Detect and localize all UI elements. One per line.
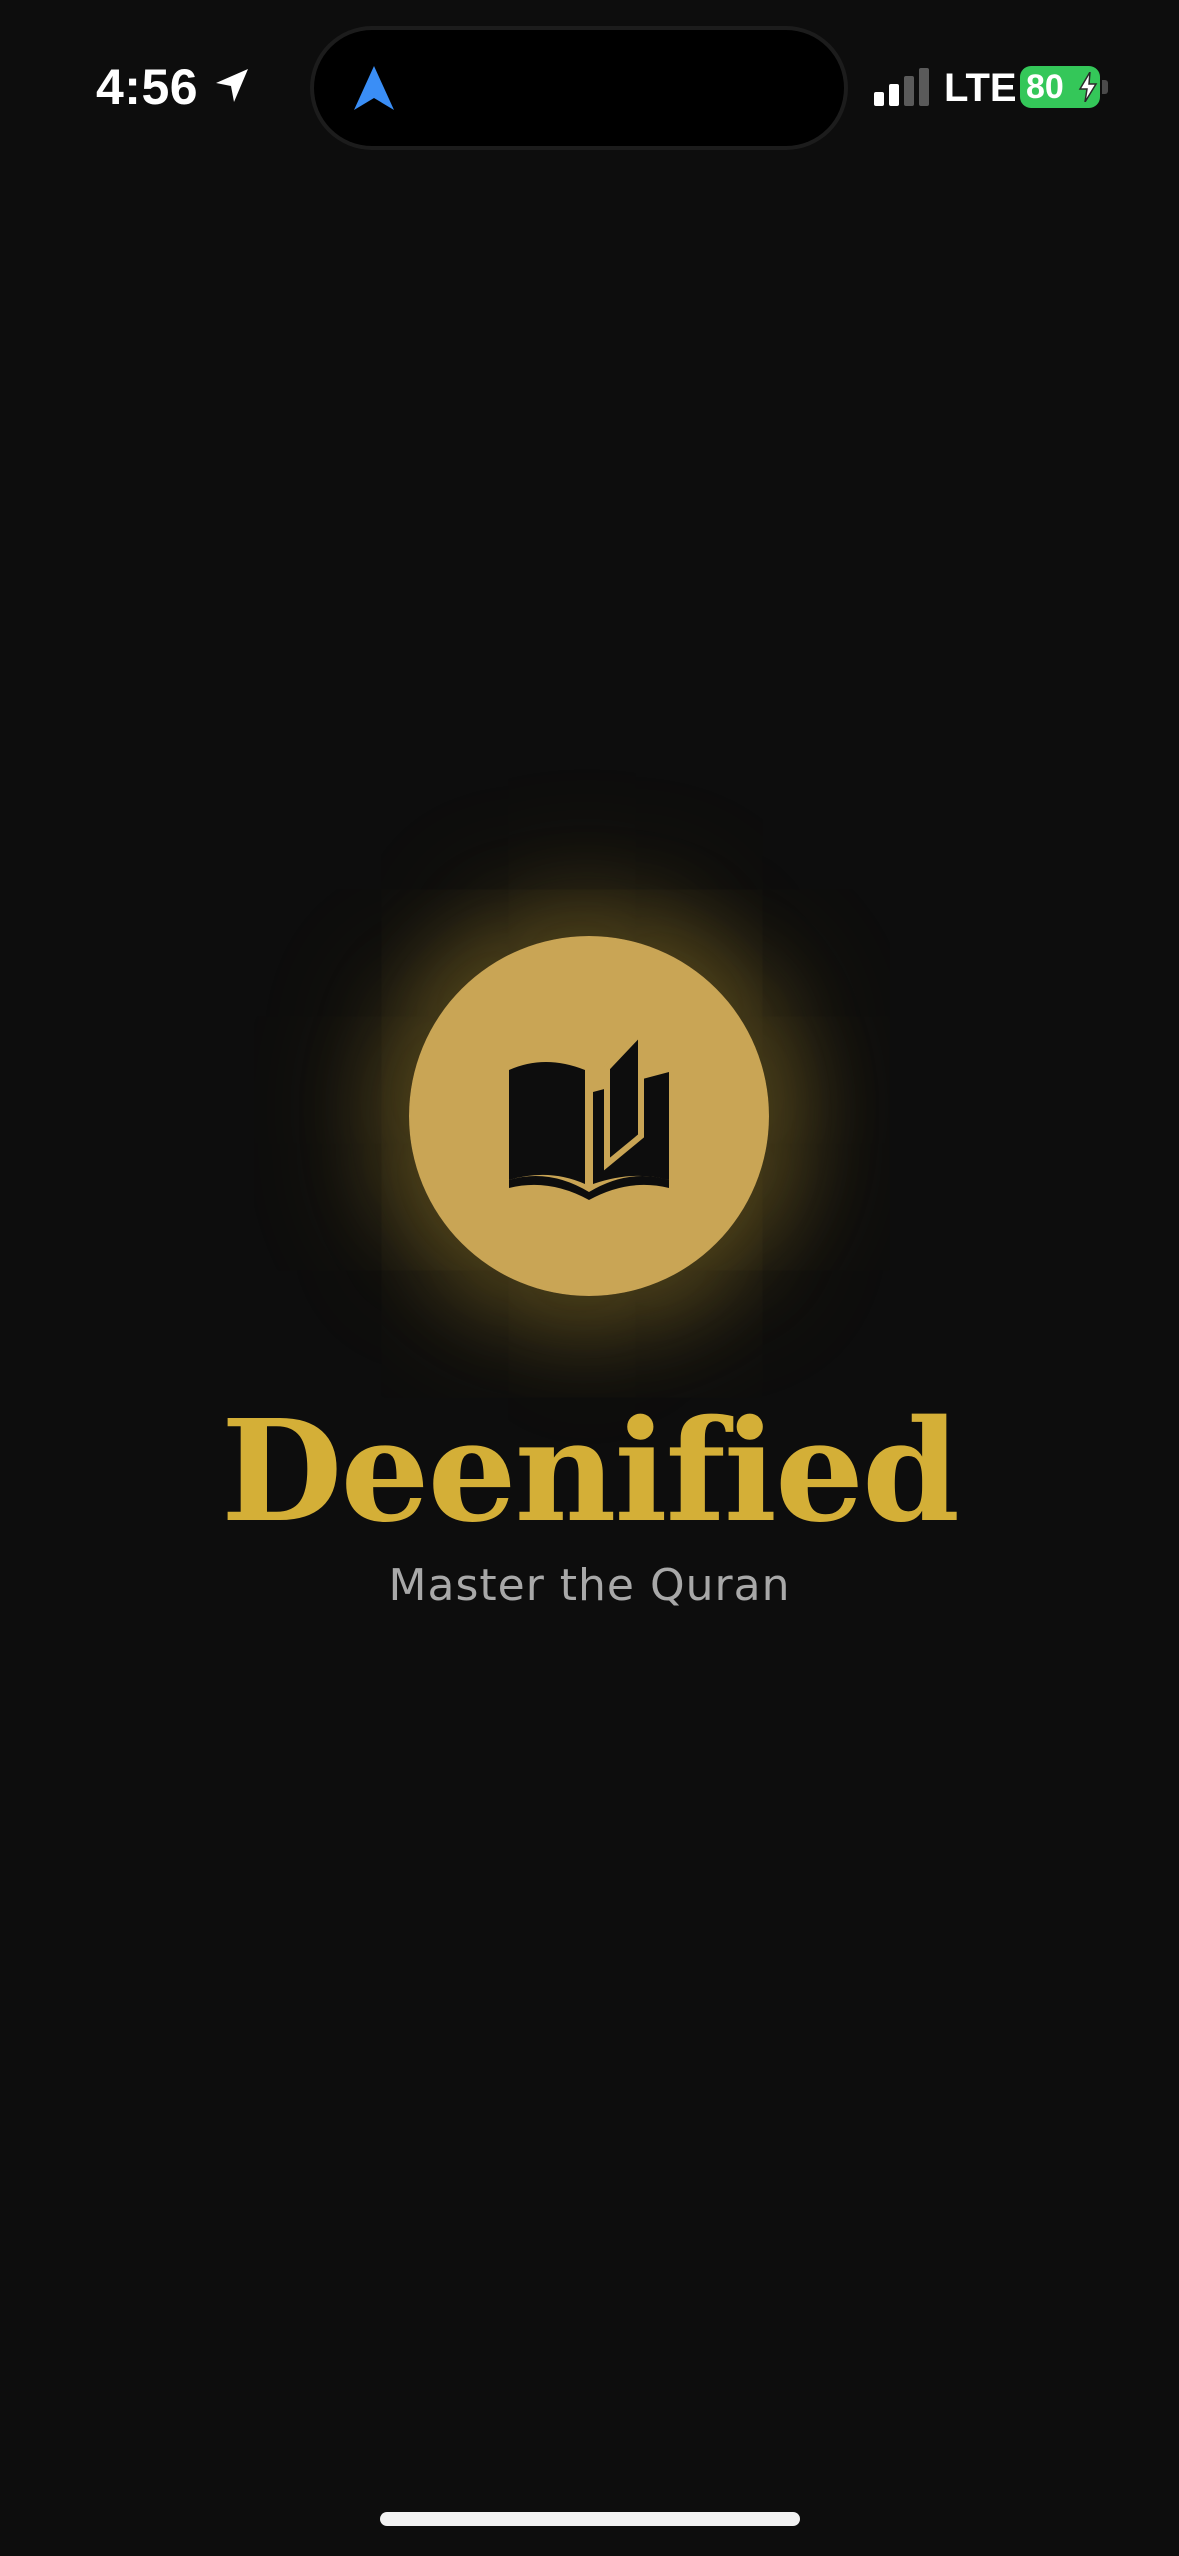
app-title: Deenified [221,1390,960,1554]
open-book-icon [509,1032,669,1200]
charging-bolt-icon [1078,72,1098,102]
home-indicator[interactable] [380,2512,800,2526]
battery-level: 80 [1026,68,1064,106]
dynamic-island[interactable] [314,30,844,146]
cellular-signal-icon [874,68,929,106]
splash-screen: 4:56 LTE 80 Deenified Master the Quran [0,0,1179,2556]
battery-indicator: 80 [1020,66,1100,108]
network-type: LTE [944,66,1017,110]
app-subtitle: Master the Quran [388,1560,791,1611]
app-logo [409,936,769,1296]
navigation-arrow-icon [354,66,394,110]
location-arrow-icon [216,69,248,102]
status-time: 4:56 [96,59,199,115]
battery-cap [1102,80,1108,94]
